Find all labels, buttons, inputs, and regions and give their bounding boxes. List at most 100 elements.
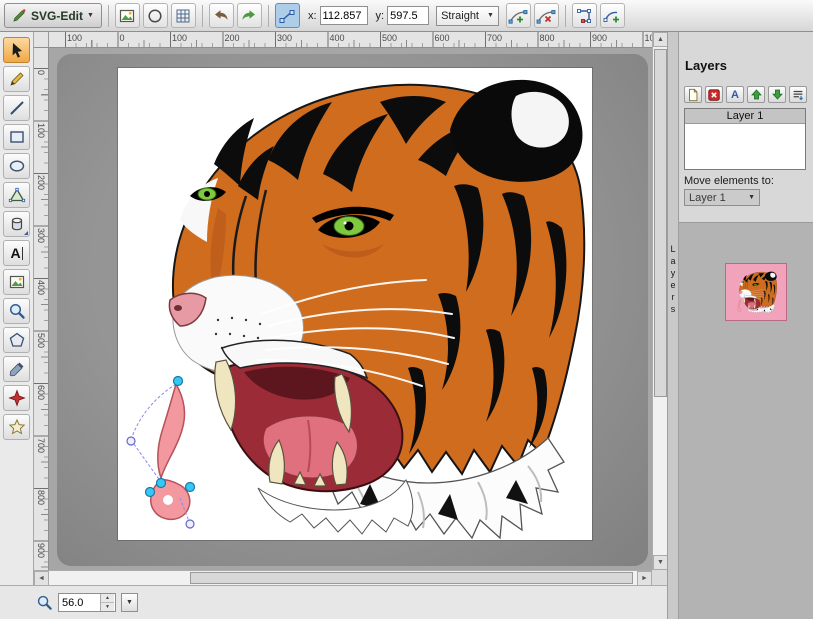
ruler-label: 700 bbox=[36, 438, 46, 453]
ruler-label: 600 bbox=[435, 33, 450, 43]
ruler-label: 500 bbox=[36, 333, 46, 348]
merge-layer-button[interactable] bbox=[789, 86, 807, 103]
rect-tool-button[interactable] bbox=[3, 124, 30, 150]
layer-row[interactable]: Layer 1 bbox=[685, 109, 805, 124]
segment-type-select[interactable]: Straight ▼ bbox=[436, 6, 499, 26]
horizontal-ruler: 1000100200300400500600700800900100 bbox=[49, 32, 652, 48]
path-tool-button[interactable] bbox=[3, 182, 30, 208]
ruler-label: 100 bbox=[645, 33, 653, 43]
dropdown-caret-icon: ▼ bbox=[126, 599, 133, 606]
pencil-tool-button[interactable] bbox=[3, 66, 30, 92]
tiger-illustration bbox=[118, 68, 592, 540]
undo-button[interactable] bbox=[209, 3, 234, 28]
image-tool-button[interactable] bbox=[3, 269, 30, 295]
segment-type-value: Straight bbox=[441, 10, 479, 22]
ruler-label: 400 bbox=[36, 280, 46, 295]
dropdown-caret-icon: ▼ bbox=[487, 12, 494, 19]
select-cursor-icon bbox=[8, 41, 26, 59]
move-layer-down-button[interactable] bbox=[768, 86, 786, 103]
layers-panel-tab[interactable]: Layers bbox=[667, 32, 679, 619]
star-tool-button[interactable] bbox=[3, 414, 30, 440]
down-arrow-icon: ▼ bbox=[657, 559, 664, 566]
left-arrow-icon: ◄ bbox=[38, 575, 45, 582]
cylinder-icon bbox=[8, 215, 26, 233]
vertical-scrollbar[interactable]: ▲ ▼ bbox=[652, 32, 667, 570]
delete-layer-button[interactable] bbox=[705, 86, 723, 103]
ruler-label: 600 bbox=[36, 385, 46, 400]
ruler-label: 500 bbox=[382, 33, 397, 43]
horizontal-scroll-thumb[interactable] bbox=[190, 572, 633, 584]
down-arrow-icon: ▼ bbox=[105, 605, 110, 610]
add-node-icon bbox=[508, 7, 528, 25]
rename-layer-button[interactable]: A bbox=[726, 86, 744, 103]
scroll-up-button[interactable]: ▲ bbox=[653, 32, 668, 47]
starburst-tool-button[interactable] bbox=[3, 385, 30, 411]
path-control-point[interactable] bbox=[186, 520, 194, 528]
path-node[interactable] bbox=[157, 479, 166, 488]
node-x-label: x: bbox=[308, 10, 317, 22]
zoom-spinner: ▲ ▼ bbox=[58, 593, 116, 612]
flyout-arrow-icon bbox=[24, 231, 28, 235]
select-tool-button[interactable] bbox=[3, 37, 30, 63]
circle-button[interactable] bbox=[143, 3, 168, 28]
move-elements-value: Layer 1 bbox=[689, 192, 726, 204]
new-page-icon bbox=[686, 88, 700, 102]
photo-icon bbox=[118, 7, 136, 25]
line-tool-button[interactable] bbox=[3, 95, 30, 121]
text-tool-button[interactable]: A bbox=[3, 240, 30, 266]
redo-button[interactable] bbox=[237, 3, 262, 28]
menu-caret-icon: ▼ bbox=[87, 12, 94, 19]
layers-panel-title: Layers bbox=[685, 58, 727, 73]
node-y-input[interactable] bbox=[387, 6, 429, 25]
add-subpath-button[interactable] bbox=[600, 3, 625, 28]
move-elements-select[interactable]: Layer 1 ▼ bbox=[684, 189, 760, 206]
new-layer-button[interactable] bbox=[684, 86, 702, 103]
grid-button[interactable] bbox=[171, 3, 196, 28]
path-node[interactable] bbox=[174, 377, 183, 386]
image-button[interactable] bbox=[115, 3, 140, 28]
ruler-label: 800 bbox=[540, 33, 555, 43]
add-node-button[interactable] bbox=[506, 3, 531, 28]
vertical-scroll-thumb[interactable] bbox=[654, 49, 667, 397]
drawing-canvas[interactable] bbox=[118, 68, 592, 540]
redo-icon bbox=[240, 7, 258, 25]
shape-library-button[interactable] bbox=[3, 211, 30, 237]
delete-node-icon bbox=[536, 7, 556, 25]
open-path-button[interactable] bbox=[572, 3, 597, 28]
add-subpath-icon bbox=[603, 7, 621, 25]
polygon-tool-button[interactable] bbox=[3, 327, 30, 353]
scroll-left-button[interactable]: ◄ bbox=[34, 571, 49, 586]
layer-preview-thumbnail[interactable] bbox=[725, 263, 787, 321]
path-node[interactable] bbox=[186, 483, 195, 492]
move-layer-up-button[interactable] bbox=[747, 86, 765, 103]
path-icon bbox=[8, 186, 26, 204]
node-x-input[interactable] bbox=[320, 6, 368, 25]
starburst-icon bbox=[8, 389, 26, 407]
ruler-label: 0 bbox=[120, 33, 125, 43]
ruler-label: 100 bbox=[67, 33, 82, 43]
path-control-point[interactable] bbox=[127, 437, 135, 445]
layer-thumbnail-image bbox=[729, 265, 783, 319]
svgedit-logo-icon bbox=[12, 8, 27, 23]
delete-node-button[interactable] bbox=[534, 3, 559, 28]
link-control-points-toggle[interactable] bbox=[275, 3, 300, 28]
ruler-label: 200 bbox=[225, 33, 240, 43]
svgedit-menu-button[interactable]: SVG-Edit ▼ bbox=[4, 3, 102, 28]
eyedropper-icon bbox=[8, 360, 26, 378]
zoom-increase-button[interactable]: ▲ bbox=[101, 594, 114, 602]
zoom-preset-dropdown[interactable]: ▼ bbox=[121, 593, 138, 612]
ellipse-tool-button[interactable] bbox=[3, 153, 30, 179]
zoom-tool-button[interactable] bbox=[3, 298, 30, 324]
canvas-viewport[interactable] bbox=[49, 48, 652, 570]
layer-list-icon bbox=[791, 88, 805, 102]
scroll-down-button[interactable]: ▼ bbox=[653, 555, 668, 570]
path-node[interactable] bbox=[146, 488, 155, 497]
zoom-value-input[interactable] bbox=[59, 594, 100, 611]
line-icon bbox=[8, 99, 26, 117]
zoom-decrease-button[interactable]: ▼ bbox=[101, 602, 114, 611]
horizontal-scrollbar[interactable]: ◄ ► bbox=[34, 570, 652, 585]
eyedropper-tool-button[interactable] bbox=[3, 356, 30, 382]
scroll-right-button[interactable]: ► bbox=[637, 571, 652, 586]
left-toolbar: A bbox=[0, 32, 34, 585]
dropdown-caret-icon: ▼ bbox=[748, 194, 755, 201]
